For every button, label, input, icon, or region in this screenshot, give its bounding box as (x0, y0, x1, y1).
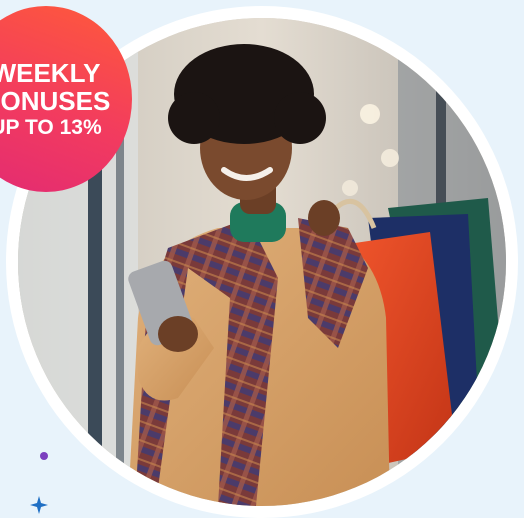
badge-line-3: UP TO 13% (0, 115, 102, 139)
promo-banner: WEEKLY BONUSES UP TO 13% (0, 0, 524, 518)
dot-icon (40, 452, 48, 460)
badge-line-2: BONUSES (0, 85, 111, 116)
sparkle-icon (30, 496, 48, 514)
badge-line-1: WEEKLY (0, 57, 101, 88)
